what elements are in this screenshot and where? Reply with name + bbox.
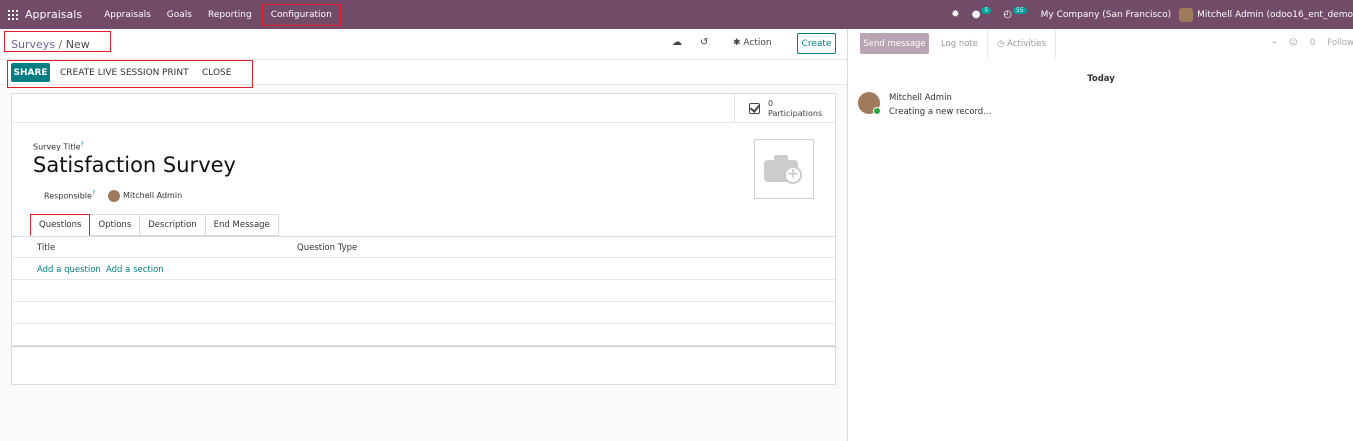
print-button[interactable]: PRINT — [162, 68, 189, 78]
chatter-actions: ⌁ ☺ 0 Follow — [1260, 38, 1353, 48]
followers-button[interactable]: ☺ 0 — [1289, 38, 1315, 48]
add-question-link[interactable]: Add a question — [37, 265, 101, 275]
share-button[interactable]: SHARE — [11, 63, 50, 82]
paperclip-icon[interactable]: ⌁ — [1272, 38, 1277, 48]
list-item — [12, 324, 835, 346]
menu-reporting[interactable]: Reporting — [200, 4, 260, 26]
responsible-field[interactable]: Mitchell Admin — [123, 191, 182, 200]
responsible-label: Responsible? — [44, 190, 96, 201]
user-menu[interactable]: Mitchell Admin (odoo16_ent_demo — [1197, 10, 1353, 20]
form-view: Surveys / New ☁ ↺ ✱ Action Create SHARE … — [0, 29, 847, 441]
top-navbar: Appraisals Appraisals Goals Reporting Co… — [0, 0, 1353, 29]
tab-end-message[interactable]: End Message — [205, 214, 279, 236]
chat-icon[interactable]: ● 5 — [972, 7, 992, 20]
create-button[interactable]: Create — [797, 33, 836, 54]
list-footer-line — [12, 346, 835, 347]
responsible-avatar — [108, 190, 120, 202]
message-body: Creating a new record... — [889, 107, 992, 117]
background-image-upload[interactable]: + — [754, 139, 814, 199]
tab-options[interactable]: Options — [90, 214, 141, 236]
app-name[interactable]: Appraisals — [25, 8, 82, 21]
online-status-icon — [873, 107, 881, 115]
breadcrumb-separator: / — [58, 38, 63, 51]
survey-title-input[interactable]: Satisfaction Survey — [33, 153, 236, 177]
breadcrumb-current: New — [65, 38, 90, 51]
chatter-topbar: Send message Log note ◷ Activities ⌁ ☺ 0 … — [848, 29, 1353, 59]
discard-undo-icon[interactable]: ↺ — [700, 37, 708, 48]
chat-badge: 5 — [981, 7, 992, 14]
follow-button[interactable]: Follow — [1327, 38, 1353, 48]
tab-description[interactable]: Description — [140, 214, 206, 236]
navbar-systray: ✹ ● 5 ◴ 55 My Company (San Francisco) Mitc… — [945, 0, 1353, 29]
message-author[interactable]: Mitchell Admin — [889, 93, 952, 103]
notebook-tabs: Questions Options Description End Messag… — [30, 214, 279, 236]
survey-title-label: Survey Title? — [33, 141, 84, 152]
form-header: SHARE CREATE LIVE SESSION PRINT CLOSE — [0, 60, 847, 88]
menu-appraisals[interactable]: Appraisals — [96, 4, 159, 26]
action-menu-button[interactable]: ✱ Action — [733, 38, 772, 48]
activities-label: Activities — [1007, 39, 1046, 49]
check-square-icon — [749, 103, 760, 114]
questions-list-header: Title Question Type — [12, 237, 835, 258]
apps-menu-icon[interactable] — [8, 9, 18, 20]
help-tooltip-icon[interactable]: ? — [92, 190, 95, 197]
record-status-icons: ☁ ↺ — [672, 37, 726, 48]
form-sheet: 0 Participations Survey Title? Satisfact… — [11, 93, 836, 385]
list-item — [12, 280, 835, 302]
clock-icon: ◷ — [997, 39, 1008, 49]
activities-button[interactable]: ◷ Activities — [987, 29, 1056, 59]
cloud-save-icon[interactable]: ☁ — [672, 37, 682, 48]
participations-count: 0 — [768, 98, 774, 108]
close-button[interactable]: CLOSE — [202, 68, 231, 78]
tab-questions[interactable]: Questions — [30, 214, 91, 236]
user-avatar[interactable] — [1179, 7, 1194, 22]
breadcrumb-surveys[interactable]: Surveys — [11, 38, 55, 51]
breadcrumb: Surveys / New — [4, 31, 111, 52]
activity-badge: 55 — [1012, 7, 1027, 14]
add-line-row: Add a question Add a section — [12, 258, 835, 280]
add-section-link[interactable]: Add a section — [106, 265, 164, 275]
activity-clock-icon[interactable]: ◴ 55 — [1003, 7, 1027, 20]
smart-button-box: 0 Participations — [12, 94, 835, 123]
company-switcher[interactable]: My Company (San Francisco) — [1041, 10, 1171, 20]
menu-goals[interactable]: Goals — [159, 4, 200, 26]
create-live-session-button[interactable]: CREATE LIVE SESSION — [60, 68, 159, 78]
bug-icon[interactable]: ✹ — [951, 9, 959, 20]
help-tooltip-icon[interactable]: ? — [81, 141, 84, 148]
list-item — [12, 302, 835, 324]
log-note-button[interactable]: Log note — [932, 29, 987, 59]
control-panel: Surveys / New ☁ ↺ ✱ Action Create — [0, 29, 847, 60]
participations-label: Participations — [768, 108, 823, 118]
date-separator: Today — [1087, 74, 1115, 84]
column-title[interactable]: Title — [37, 243, 55, 253]
participations-button[interactable]: 0 Participations — [734, 94, 835, 123]
menu-configuration[interactable]: Configuration — [261, 3, 341, 26]
camera-plus-icon: + — [764, 154, 804, 184]
column-question-type[interactable]: Question Type — [297, 243, 357, 253]
send-message-button[interactable]: Send message — [860, 33, 929, 54]
chatter-panel: Send message Log note ◷ Activities ⌁ ☺ 0 … — [847, 29, 1353, 441]
